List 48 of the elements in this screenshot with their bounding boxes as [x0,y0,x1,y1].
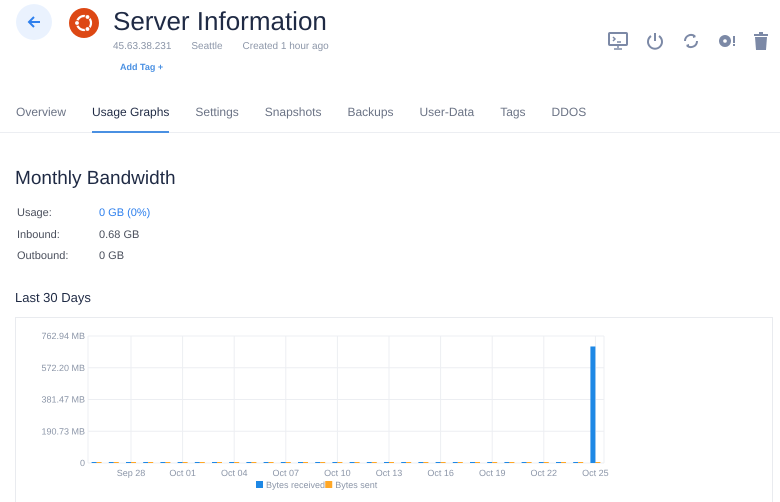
add-tag-link[interactable]: Add Tag + [120,61,164,74]
axis-label: Oct 19 [478,468,506,478]
section-title: Monthly Bandwidth [15,167,177,191]
tab[interactable]: DDOS [552,92,586,133]
field-value: 0 GB [99,249,124,264]
axis-label: 0 [80,458,85,468]
axis-label: Oct 16 [427,468,454,478]
console-icon[interactable] [608,32,628,50]
axis-label: Oct 01 [169,468,196,478]
field-label: Usage: [17,206,53,221]
field-value[interactable]: 0 GB (0%) [99,205,150,222]
axis-label: Oct 04 [220,468,248,478]
axis-label: 190.73 MB [41,426,85,436]
axis-label: Oct 07 [272,468,300,478]
legend-label: Bytes sent [335,480,378,490]
ubuntu-logo-icon [69,8,99,38]
created-label: Created 1 hour ago [242,40,329,54]
tab[interactable]: Settings [195,92,239,133]
tab[interactable]: Backups [347,92,394,133]
page-title: Server Information [113,5,328,38]
axis-label: Oct 22 [530,468,558,478]
field-value: 0.68 GB [99,228,140,242]
field-label: Outbound: [17,249,70,264]
axis-label: Oct 13 [376,468,402,478]
axis-label: Oct 10 [324,468,351,478]
axis-label: Oct 25 [582,468,609,478]
refresh-icon[interactable] [682,32,700,50]
arrow-left-icon [27,15,41,29]
location-label: Seattle [191,40,223,54]
tab[interactable]: Overview [16,92,66,133]
axis-label: 572.20 MB [41,362,85,373]
axis-label: 381.47 MB [41,394,85,404]
trash-icon[interactable] [754,32,768,50]
field-label: Inbound: [17,228,61,242]
axis-label: 762.94 MB [41,331,85,341]
tab[interactable]: Usage Graphs [92,92,170,133]
axis-label: Sep 28 [116,468,146,478]
tab[interactable]: Snapshots [264,92,322,133]
tab[interactable]: Tags [500,92,526,133]
legend-swatch [256,481,263,488]
back-button[interactable] [16,4,52,40]
disc-alert-icon[interactable] [718,32,736,50]
legend-swatch [325,481,332,488]
legend-label: Bytes received [266,480,326,490]
tab[interactable]: User-Data [420,92,474,133]
section-title: Last 30 Days [15,288,92,307]
ip-address: 45.63.38.231 [113,40,172,54]
power-icon[interactable] [646,32,664,50]
